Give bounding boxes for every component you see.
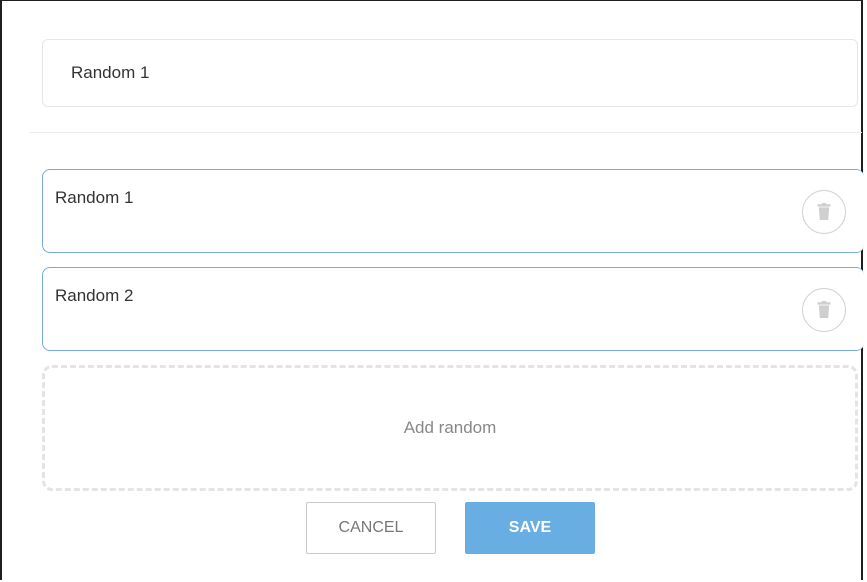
delete-button[interactable] xyxy=(802,190,846,234)
add-random-label: Add random xyxy=(403,418,497,437)
list-item[interactable]: Random 2 xyxy=(42,267,864,351)
dialog-frame: Random 1 Random 1 Random 2 Add random CA… xyxy=(0,0,864,580)
item-label: Random 1 xyxy=(55,188,134,207)
delete-button[interactable] xyxy=(802,288,846,332)
list-item[interactable]: Random 1 xyxy=(42,169,864,253)
add-random-button[interactable]: Add random xyxy=(42,365,858,491)
item-label: Random 2 xyxy=(55,286,134,305)
divider xyxy=(30,132,862,133)
trash-icon xyxy=(817,203,831,220)
cancel-label: CANCEL xyxy=(338,519,404,536)
name-input[interactable]: Random 1 xyxy=(42,39,858,107)
name-input-value: Random 1 xyxy=(71,63,150,82)
trash-icon xyxy=(817,301,831,318)
save-label: SAVE xyxy=(508,519,552,536)
cancel-button[interactable]: CANCEL xyxy=(306,502,436,554)
save-button[interactable]: SAVE xyxy=(465,502,595,554)
